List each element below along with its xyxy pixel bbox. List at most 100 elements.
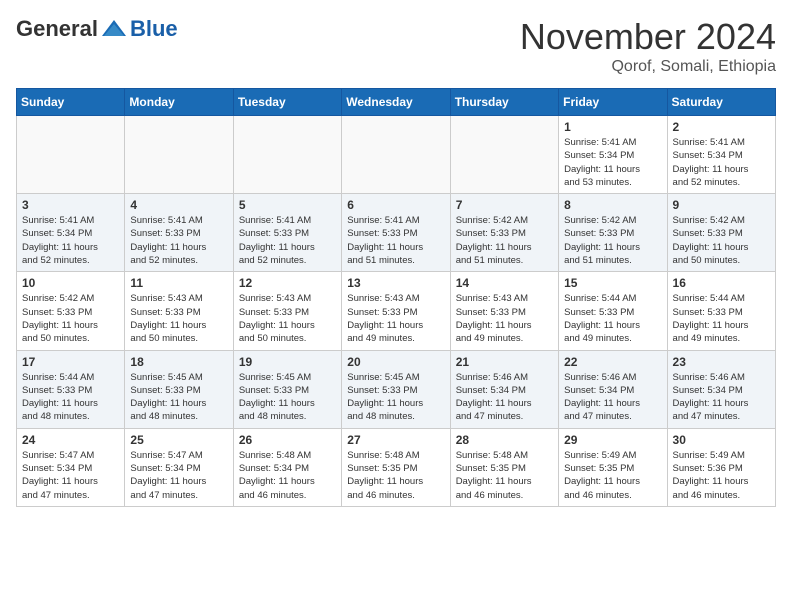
weekday-header-tuesday: Tuesday bbox=[233, 89, 341, 116]
calendar-cell: 1 Sunrise: 5:41 AM Sunset: 5:34 PM Daylig… bbox=[559, 116, 667, 194]
calendar-cell: 14 Sunrise: 5:43 AM Sunset: 5:33 PM Dayli… bbox=[450, 272, 558, 350]
calendar-cell: 2 Sunrise: 5:41 AM Sunset: 5:34 PM Daylig… bbox=[667, 116, 775, 194]
day-info: Sunrise: 5:41 AM Sunset: 5:34 PM Dayligh… bbox=[673, 136, 770, 189]
day-number: 16 bbox=[673, 276, 770, 290]
calendar-cell: 23 Sunrise: 5:46 AM Sunset: 5:34 PM Dayli… bbox=[667, 350, 775, 428]
calendar-cell bbox=[125, 116, 233, 194]
calendar-table: SundayMondayTuesdayWednesdayThursdayFrid… bbox=[16, 88, 776, 507]
weekday-header-row: SundayMondayTuesdayWednesdayThursdayFrid… bbox=[17, 89, 776, 116]
day-number: 28 bbox=[456, 433, 553, 447]
day-info: Sunrise: 5:42 AM Sunset: 5:33 PM Dayligh… bbox=[564, 214, 661, 267]
calendar-cell: 19 Sunrise: 5:45 AM Sunset: 5:33 PM Dayli… bbox=[233, 350, 341, 428]
calendar-cell: 24 Sunrise: 5:47 AM Sunset: 5:34 PM Dayli… bbox=[17, 428, 125, 506]
day-info: Sunrise: 5:49 AM Sunset: 5:35 PM Dayligh… bbox=[564, 449, 661, 502]
day-number: 10 bbox=[22, 276, 119, 290]
calendar-header: SundayMondayTuesdayWednesdayThursdayFrid… bbox=[17, 89, 776, 116]
calendar-cell bbox=[233, 116, 341, 194]
calendar-cell: 4Sunrise: 5:41 AM Sunset: 5:33 PM Daylig… bbox=[125, 194, 233, 272]
calendar-cell: 26 Sunrise: 5:48 AM Sunset: 5:34 PM Dayli… bbox=[233, 428, 341, 506]
calendar-week-row: 3 Sunrise: 5:41 AM Sunset: 5:34 PM Daylig… bbox=[17, 194, 776, 272]
calendar-cell: 21 Sunrise: 5:46 AM Sunset: 5:34 PM Dayli… bbox=[450, 350, 558, 428]
calendar-cell: 20 Sunrise: 5:45 AM Sunset: 5:33 PM Dayli… bbox=[342, 350, 450, 428]
day-number: 2 bbox=[673, 120, 770, 134]
calendar-cell: 30 Sunrise: 5:49 AM Sunset: 5:36 PM Dayli… bbox=[667, 428, 775, 506]
day-number: 29 bbox=[564, 433, 661, 447]
calendar-week-row: 1 Sunrise: 5:41 AM Sunset: 5:34 PM Daylig… bbox=[17, 116, 776, 194]
calendar-cell: 22Sunrise: 5:46 AM Sunset: 5:34 PM Dayli… bbox=[559, 350, 667, 428]
calendar-cell: 18Sunrise: 5:45 AM Sunset: 5:33 PM Dayli… bbox=[125, 350, 233, 428]
day-number: 20 bbox=[347, 355, 444, 369]
location-subtitle: Qorof, Somali, Ethiopia bbox=[520, 58, 776, 76]
calendar-cell bbox=[342, 116, 450, 194]
calendar-cell: 7Sunrise: 5:42 AM Sunset: 5:33 PM Daylig… bbox=[450, 194, 558, 272]
day-number: 24 bbox=[22, 433, 119, 447]
calendar-cell bbox=[450, 116, 558, 194]
calendar-cell: 9 Sunrise: 5:42 AM Sunset: 5:33 PM Daylig… bbox=[667, 194, 775, 272]
weekday-header-monday: Monday bbox=[125, 89, 233, 116]
day-info: Sunrise: 5:47 AM Sunset: 5:34 PM Dayligh… bbox=[22, 449, 119, 502]
day-number: 11 bbox=[130, 276, 227, 290]
calendar-cell: 27 Sunrise: 5:48 AM Sunset: 5:35 PM Dayli… bbox=[342, 428, 450, 506]
logo-icon bbox=[100, 18, 128, 40]
month-title: November 2024 bbox=[520, 16, 776, 58]
weekday-header-sunday: Sunday bbox=[17, 89, 125, 116]
calendar-cell: 13 Sunrise: 5:43 AM Sunset: 5:33 PM Dayli… bbox=[342, 272, 450, 350]
day-info: Sunrise: 5:49 AM Sunset: 5:36 PM Dayligh… bbox=[673, 449, 770, 502]
weekday-header-friday: Friday bbox=[559, 89, 667, 116]
day-number: 23 bbox=[673, 355, 770, 369]
calendar-cell: 16 Sunrise: 5:44 AM Sunset: 5:33 PM Dayli… bbox=[667, 272, 775, 350]
day-number: 12 bbox=[239, 276, 336, 290]
calendar-cell: 11 Sunrise: 5:43 AM Sunset: 5:33 PM Dayli… bbox=[125, 272, 233, 350]
day-number: 15 bbox=[564, 276, 661, 290]
day-info: Sunrise: 5:44 AM Sunset: 5:33 PM Dayligh… bbox=[564, 292, 661, 345]
day-number: 17 bbox=[22, 355, 119, 369]
day-info: Sunrise: 5:41 AM Sunset: 5:34 PM Dayligh… bbox=[22, 214, 119, 267]
day-number: 1 bbox=[564, 120, 661, 134]
day-number: 5 bbox=[239, 198, 336, 212]
calendar-week-row: 10 Sunrise: 5:42 AM Sunset: 5:33 PM Dayli… bbox=[17, 272, 776, 350]
day-number: 14 bbox=[456, 276, 553, 290]
day-info: Sunrise: 5:41 AM Sunset: 5:33 PM Dayligh… bbox=[239, 214, 336, 267]
logo-blue-text: Blue bbox=[130, 16, 178, 42]
day-info: Sunrise: 5:41 AM Sunset: 5:33 PM Dayligh… bbox=[347, 214, 444, 267]
day-number: 9 bbox=[673, 198, 770, 212]
day-number: 19 bbox=[239, 355, 336, 369]
day-number: 13 bbox=[347, 276, 444, 290]
day-info: Sunrise: 5:43 AM Sunset: 5:33 PM Dayligh… bbox=[456, 292, 553, 345]
day-info: Sunrise: 5:42 AM Sunset: 5:33 PM Dayligh… bbox=[673, 214, 770, 267]
day-info: Sunrise: 5:42 AM Sunset: 5:33 PM Dayligh… bbox=[22, 292, 119, 345]
day-number: 3 bbox=[22, 198, 119, 212]
weekday-header-saturday: Saturday bbox=[667, 89, 775, 116]
calendar-cell: 25 Sunrise: 5:47 AM Sunset: 5:34 PM Dayli… bbox=[125, 428, 233, 506]
day-info: Sunrise: 5:48 AM Sunset: 5:35 PM Dayligh… bbox=[347, 449, 444, 502]
calendar-cell: 5 Sunrise: 5:41 AM Sunset: 5:33 PM Daylig… bbox=[233, 194, 341, 272]
day-number: 30 bbox=[673, 433, 770, 447]
day-info: Sunrise: 5:43 AM Sunset: 5:33 PM Dayligh… bbox=[347, 292, 444, 345]
calendar-cell: 12Sunrise: 5:43 AM Sunset: 5:33 PM Dayli… bbox=[233, 272, 341, 350]
day-info: Sunrise: 5:46 AM Sunset: 5:34 PM Dayligh… bbox=[673, 371, 770, 424]
day-info: Sunrise: 5:43 AM Sunset: 5:33 PM Dayligh… bbox=[130, 292, 227, 345]
day-info: Sunrise: 5:44 AM Sunset: 5:33 PM Dayligh… bbox=[22, 371, 119, 424]
day-info: Sunrise: 5:46 AM Sunset: 5:34 PM Dayligh… bbox=[456, 371, 553, 424]
calendar-week-row: 24 Sunrise: 5:47 AM Sunset: 5:34 PM Dayli… bbox=[17, 428, 776, 506]
day-info: Sunrise: 5:48 AM Sunset: 5:34 PM Dayligh… bbox=[239, 449, 336, 502]
day-info: Sunrise: 5:48 AM Sunset: 5:35 PM Dayligh… bbox=[456, 449, 553, 502]
weekday-header-wednesday: Wednesday bbox=[342, 89, 450, 116]
calendar-body: 1 Sunrise: 5:41 AM Sunset: 5:34 PM Daylig… bbox=[17, 116, 776, 507]
day-info: Sunrise: 5:44 AM Sunset: 5:33 PM Dayligh… bbox=[673, 292, 770, 345]
calendar-cell bbox=[17, 116, 125, 194]
calendar-cell: 6Sunrise: 5:41 AM Sunset: 5:33 PM Daylig… bbox=[342, 194, 450, 272]
day-number: 21 bbox=[456, 355, 553, 369]
day-info: Sunrise: 5:41 AM Sunset: 5:34 PM Dayligh… bbox=[564, 136, 661, 189]
day-info: Sunrise: 5:45 AM Sunset: 5:33 PM Dayligh… bbox=[347, 371, 444, 424]
day-number: 26 bbox=[239, 433, 336, 447]
day-number: 7 bbox=[456, 198, 553, 212]
day-number: 25 bbox=[130, 433, 227, 447]
day-number: 8 bbox=[564, 198, 661, 212]
calendar-cell: 17 Sunrise: 5:44 AM Sunset: 5:33 PM Dayli… bbox=[17, 350, 125, 428]
day-number: 4 bbox=[130, 198, 227, 212]
day-number: 22 bbox=[564, 355, 661, 369]
day-info: Sunrise: 5:47 AM Sunset: 5:34 PM Dayligh… bbox=[130, 449, 227, 502]
day-number: 27 bbox=[347, 433, 444, 447]
day-info: Sunrise: 5:45 AM Sunset: 5:33 PM Dayligh… bbox=[239, 371, 336, 424]
